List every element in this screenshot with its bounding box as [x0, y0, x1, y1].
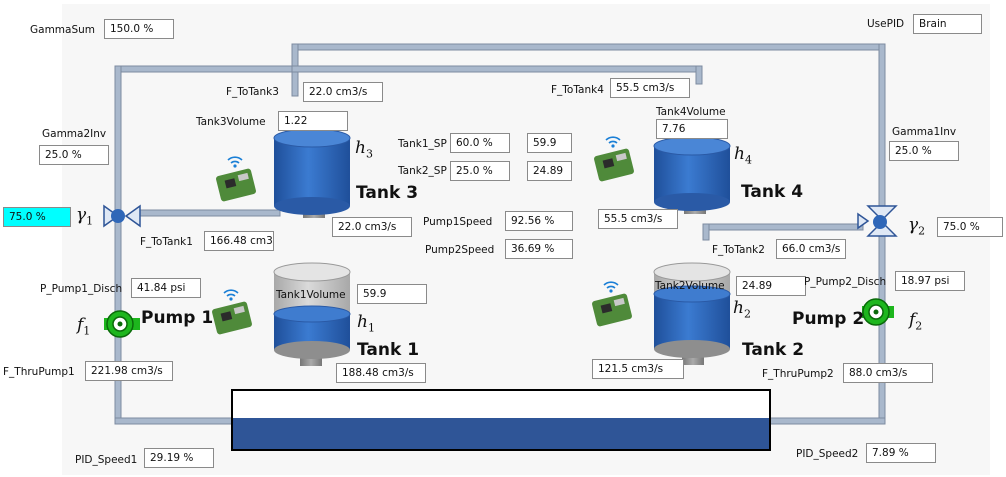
- quadruple-tank-panel: GammaSum 150.0 % UsePID Brain F_ToTank3 …: [0, 0, 1006, 477]
- f-to-tank3-field[interactable]: 22.0 cm3/s: [303, 82, 383, 102]
- tank2-outflow-field: 121.5 cm3/s: [592, 359, 684, 379]
- p-pump2-disch-field[interactable]: 18.97 psi: [895, 271, 965, 291]
- f-to-tank1-field[interactable]: 166.48 cm3,: [204, 231, 274, 251]
- pump2-speed-field[interactable]: 36.69 %: [505, 239, 573, 259]
- f-to-tank4-label: F_ToTank4: [551, 84, 604, 96]
- tank2-level-readout: 24.89: [527, 161, 572, 181]
- tank3-volume-label: Tank3Volume: [196, 116, 266, 128]
- f1-symbol: f1: [77, 315, 91, 338]
- tank2-sp-field[interactable]: 25.0 %: [450, 161, 510, 181]
- use-pid-label: UsePID: [867, 18, 905, 30]
- p-pump2-disch-label: P_Pump2_Disch: [804, 276, 887, 288]
- gamma2-symbol: γ2: [908, 215, 926, 238]
- f-to-tank3-label: F_ToTank3: [226, 86, 279, 98]
- pump1-speed-field[interactable]: 92.56 %: [505, 211, 573, 231]
- f-to-tank1-label: F_ToTank1: [140, 236, 193, 248]
- gamma1-inv-field[interactable]: 25.0 %: [889, 141, 959, 161]
- h4-symbol: h4: [734, 144, 752, 167]
- tank1-graphic: [273, 262, 351, 366]
- tank1-outflow-field: 188.48 cm3/s: [336, 363, 426, 383]
- tank1-level-readout: 59.9: [527, 133, 572, 153]
- tank1-volume-field[interactable]: 59.9: [357, 284, 427, 304]
- tank4-volume-label: Tank4Volume: [656, 106, 726, 118]
- pid-speed1-field[interactable]: 29.19 %: [144, 448, 214, 468]
- tank2-graphic: [653, 262, 731, 365]
- pump2-speed-label: Pump2Speed: [425, 244, 495, 256]
- h3-symbol: h3: [355, 138, 373, 161]
- gamma-sum-label: GammaSum: [30, 24, 96, 36]
- gamma-sum-field[interactable]: 150.0 %: [104, 19, 174, 39]
- f2-symbol: f2: [909, 310, 923, 333]
- tank2-volume-label: Tank2Volume: [655, 280, 725, 292]
- gamma2-inv-field[interactable]: 25.0 %: [39, 145, 109, 165]
- pid-speed2-field[interactable]: 7.89 %: [866, 443, 936, 463]
- tank1-volume-label: Tank1Volume: [276, 289, 346, 301]
- pump1-speed-label: Pump1Speed: [423, 216, 493, 228]
- h2-symbol: h2: [733, 298, 751, 321]
- gamma1-symbol: γ1: [76, 205, 94, 228]
- tank3-label: Tank 3: [356, 183, 419, 203]
- tank2-sp-label: Tank2_SP: [398, 165, 447, 177]
- gamma1-inv-label: Gamma1Inv: [892, 126, 957, 138]
- f-thru-pump1-label: F_ThruPump1: [3, 366, 75, 378]
- tank3-graphic: [273, 128, 351, 218]
- f-to-tank4-field[interactable]: 55.5 cm3/s: [610, 78, 690, 98]
- gamma1-field[interactable]: 75.0 %: [3, 207, 71, 227]
- reservoir-water: [233, 418, 769, 449]
- tank1-sp-field[interactable]: 60.0 %: [450, 133, 510, 153]
- tank2-label: Tank 2: [742, 340, 805, 360]
- f-thru-pump2-label: F_ThruPump2: [762, 368, 834, 380]
- use-pid-field[interactable]: Brain: [913, 14, 982, 34]
- pump2-label: Pump 2: [792, 309, 865, 329]
- f-to-tank2-field[interactable]: 66.0 cm3/s: [776, 239, 846, 259]
- pump1-label: Pump 1: [141, 308, 214, 328]
- tank4-volume-field[interactable]: 7.76: [656, 119, 728, 139]
- h1-symbol: h1: [357, 312, 375, 335]
- f-to-tank2-label: F_ToTank2: [712, 244, 765, 256]
- p-pump1-disch-field[interactable]: 41.84 psi: [131, 278, 201, 298]
- tank4-outflow-field: 55.5 cm3/s: [598, 209, 678, 229]
- p-pump1-disch-label: P_Pump1_Disch: [40, 283, 123, 295]
- tank1-sp-label: Tank1_SP: [398, 138, 447, 150]
- tank1-label: Tank 1: [357, 340, 420, 360]
- pid-speed2-label: PID_Speed2: [796, 448, 859, 460]
- tank3-outflow-field: 22.0 cm3/s: [332, 217, 412, 237]
- gamma2-field[interactable]: 75.0 %: [937, 217, 1003, 237]
- gamma2-inv-label: Gamma2Inv: [42, 128, 107, 140]
- tank4-label: Tank 4: [741, 182, 804, 202]
- f-thru-pump1-field[interactable]: 221.98 cm3/s: [85, 361, 173, 381]
- tank4-graphic: [653, 136, 731, 214]
- pid-speed1-label: PID_Speed1: [75, 454, 138, 466]
- tank2-volume-field[interactable]: 24.89: [736, 276, 806, 296]
- f-thru-pump2-field[interactable]: 88.0 cm3/s: [843, 363, 933, 383]
- tank3-volume-field[interactable]: 1.22: [278, 111, 348, 131]
